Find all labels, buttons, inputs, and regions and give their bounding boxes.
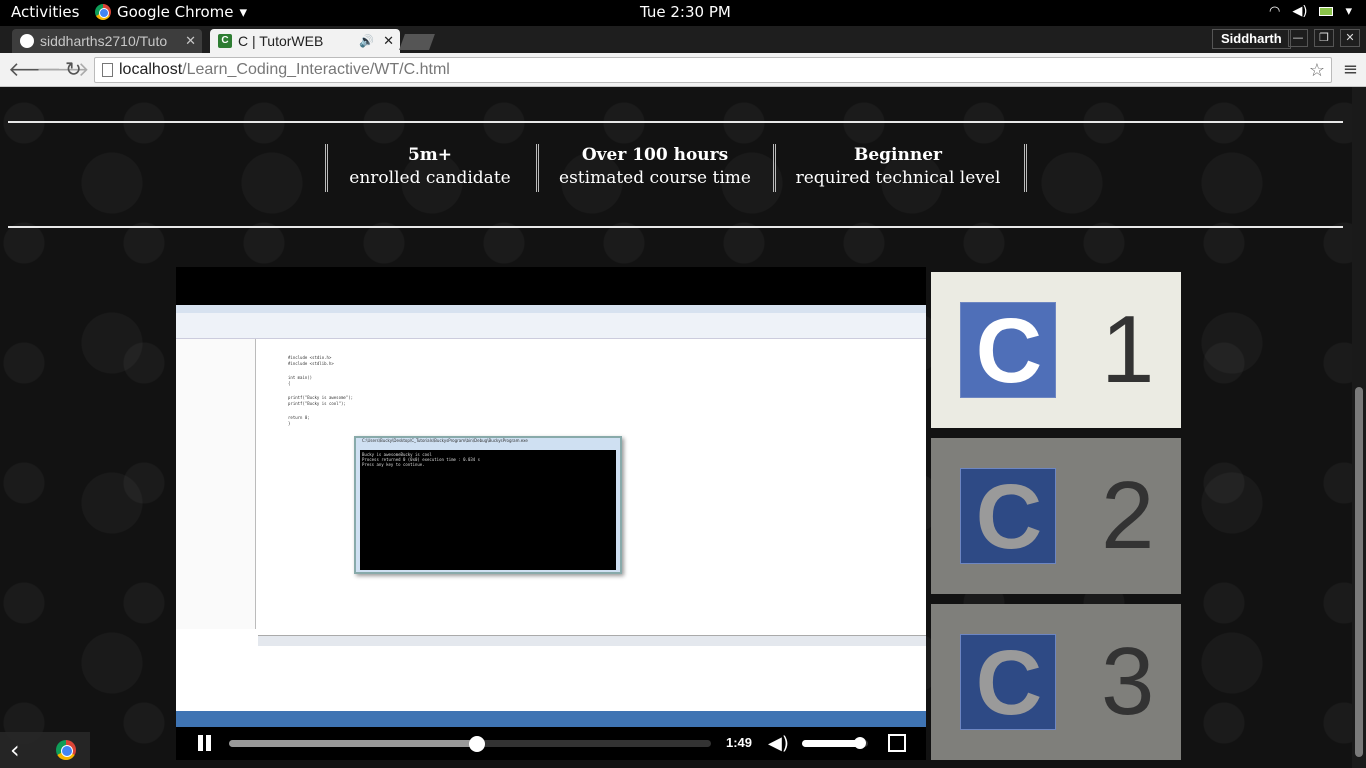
video-controls: 1:49 ◀) xyxy=(176,727,926,760)
audio-playing-icon: 🔊 xyxy=(359,34,374,48)
video-ide-toolbar xyxy=(176,313,926,339)
volume-icon: ◀) xyxy=(1292,4,1308,19)
new-tab-button[interactable] xyxy=(399,34,435,50)
divider-bottom xyxy=(8,226,1343,228)
maximize-button[interactable]: ❐ xyxy=(1314,29,1334,47)
github-icon xyxy=(20,34,34,48)
stat-separator xyxy=(536,144,539,192)
divider-top xyxy=(8,121,1343,123)
code-line: int main() xyxy=(288,375,313,380)
page-icon xyxy=(102,63,113,77)
stat-enrolled: 5m+ enrolled candidate xyxy=(340,144,520,192)
volume-slider[interactable] xyxy=(802,737,868,749)
stat-label: enrolled candidate xyxy=(349,168,511,188)
playlist-item-2[interactable]: C 2 xyxy=(931,438,1181,594)
code-line: #include <stdlib.h> xyxy=(288,361,334,366)
code-line: } xyxy=(288,421,291,426)
video-windows-taskbar xyxy=(176,711,926,727)
page-scrollbar[interactable] xyxy=(1352,87,1366,768)
seek-handle[interactable] xyxy=(469,736,486,752)
playlist-number: 2 xyxy=(1101,462,1155,569)
video-ide-menubar xyxy=(176,305,926,313)
playlist-letter: C xyxy=(975,300,1043,402)
console-output: Bucky is awesomeBucky is cool Process re… xyxy=(360,450,616,570)
tab-title: C | TutorWEB xyxy=(238,33,324,49)
stat-separator xyxy=(773,144,776,192)
stat-value: Beginner xyxy=(853,145,943,165)
minimize-button[interactable]: — xyxy=(1288,29,1308,47)
reload-button[interactable]: ↻ xyxy=(65,58,82,80)
video-player[interactable]: #include <stdio.h> #include <stdlib.h> i… xyxy=(176,267,926,760)
seek-bar-fill xyxy=(229,740,478,747)
launcher-shelf: ‹ xyxy=(0,732,90,768)
activities-button[interactable]: Activities xyxy=(11,3,79,21)
c-language-icon: C xyxy=(960,466,1056,568)
tutorweb-favicon-icon: C xyxy=(218,34,232,48)
playlist-item-1[interactable]: C 1 xyxy=(931,272,1181,428)
code-line: #include <stdio.h> xyxy=(288,355,332,360)
browser-toolbar: 🡐 🡒 ↻ localhost/Learn_Coding_Interactive… xyxy=(0,53,1366,87)
shelf-back-icon[interactable]: ‹ xyxy=(10,736,20,764)
app-menu[interactable]: Google Chrome ▾ xyxy=(95,3,247,21)
video-console-window: C:\Users\Bucky\Desktop\C_Tutorials\Bucky… xyxy=(354,436,622,574)
chrome-icon xyxy=(95,4,111,20)
c-language-icon: C xyxy=(960,632,1056,734)
stat-value: 5m+ xyxy=(407,145,453,165)
close-window-button[interactable]: ✕ xyxy=(1340,29,1360,47)
system-tray[interactable]: ◠ ◀) ▾ xyxy=(1269,4,1352,19)
address-bar[interactable]: localhost/Learn_Coding_Interactive/WT/C.… xyxy=(94,57,1332,83)
profile-button[interactable]: Siddharth xyxy=(1212,29,1291,49)
stat-value: Over 100 hours xyxy=(581,145,729,165)
stat-label: required technical level xyxy=(795,168,1001,188)
video-frame[interactable]: #include <stdio.h> #include <stdlib.h> i… xyxy=(176,305,926,727)
fullscreen-icon[interactable] xyxy=(888,734,906,752)
playlist-item-3[interactable]: C 3 xyxy=(931,604,1181,760)
stat-separator xyxy=(1024,144,1027,192)
scrollbar-thumb[interactable] xyxy=(1355,387,1363,757)
current-time: 1:49 xyxy=(726,735,753,750)
close-tab-icon[interactable]: ✕ xyxy=(185,29,196,53)
clock[interactable]: Tue 2:30 PM xyxy=(640,3,731,21)
tab-tutorweb[interactable]: C C | TutorWEB 🔊 ✕ xyxy=(210,29,400,53)
bookmark-star-icon[interactable]: ☆ xyxy=(1309,58,1325,82)
volume-icon[interactable]: ◀) xyxy=(768,733,789,754)
chevron-down-icon: ▾ xyxy=(1345,4,1352,19)
stat-course-time: Over 100 hours estimated course time xyxy=(555,144,755,192)
console-line: Press any key to continue. xyxy=(362,462,425,467)
system-top-bar: Activities Google Chrome ▾ Tue 2:30 PM ◠… xyxy=(0,0,1366,26)
url-host: localhost xyxy=(119,61,183,78)
video-ide-projects xyxy=(176,339,256,629)
code-line: return 0; xyxy=(288,415,310,420)
app-menu-label: Google Chrome xyxy=(117,3,234,21)
url-path: /Learn_Coding_Interactive/WT/C.html xyxy=(182,61,450,78)
code-line: printf("Bucky is cool"); xyxy=(288,401,346,406)
console-title: C:\Users\Bucky\Desktop\C_Tutorials\Bucky… xyxy=(362,438,528,443)
video-ide-logs xyxy=(258,635,926,711)
playlist-number: 1 xyxy=(1101,296,1155,403)
pause-icon[interactable] xyxy=(196,735,214,751)
chevron-down-icon: ▾ xyxy=(239,3,248,21)
close-tab-icon[interactable]: ✕ xyxy=(383,29,394,53)
playlist-number: 3 xyxy=(1101,628,1155,735)
stat-separator xyxy=(325,144,328,192)
playlist-letter: C xyxy=(975,632,1043,734)
volume-handle[interactable] xyxy=(854,737,867,749)
volume-fill xyxy=(802,740,861,747)
battery-icon xyxy=(1319,7,1334,16)
code-line: printf("Bucky is awesome"); xyxy=(288,395,354,400)
tab-title: siddharths2710/Tuto xyxy=(40,33,168,49)
chrome-menu-button[interactable]: ≡ xyxy=(1343,59,1358,80)
seek-bar[interactable] xyxy=(229,736,711,752)
wifi-icon: ◠ xyxy=(1269,4,1281,19)
playlist-letter: C xyxy=(975,466,1043,568)
c-language-icon: C xyxy=(960,300,1056,402)
code-line: { xyxy=(288,381,291,386)
stat-technical-level: Beginner required technical level xyxy=(793,144,1003,192)
tab-strip: siddharths2710/Tuto ✕ C C | TutorWEB 🔊 ✕… xyxy=(0,26,1366,53)
tab-github[interactable]: siddharths2710/Tuto ✕ xyxy=(12,29,202,53)
chrome-icon[interactable] xyxy=(56,740,76,760)
page-content: 5m+ enrolled candidate Over 100 hours es… xyxy=(0,87,1352,768)
stat-label: estimated course time xyxy=(559,168,751,188)
